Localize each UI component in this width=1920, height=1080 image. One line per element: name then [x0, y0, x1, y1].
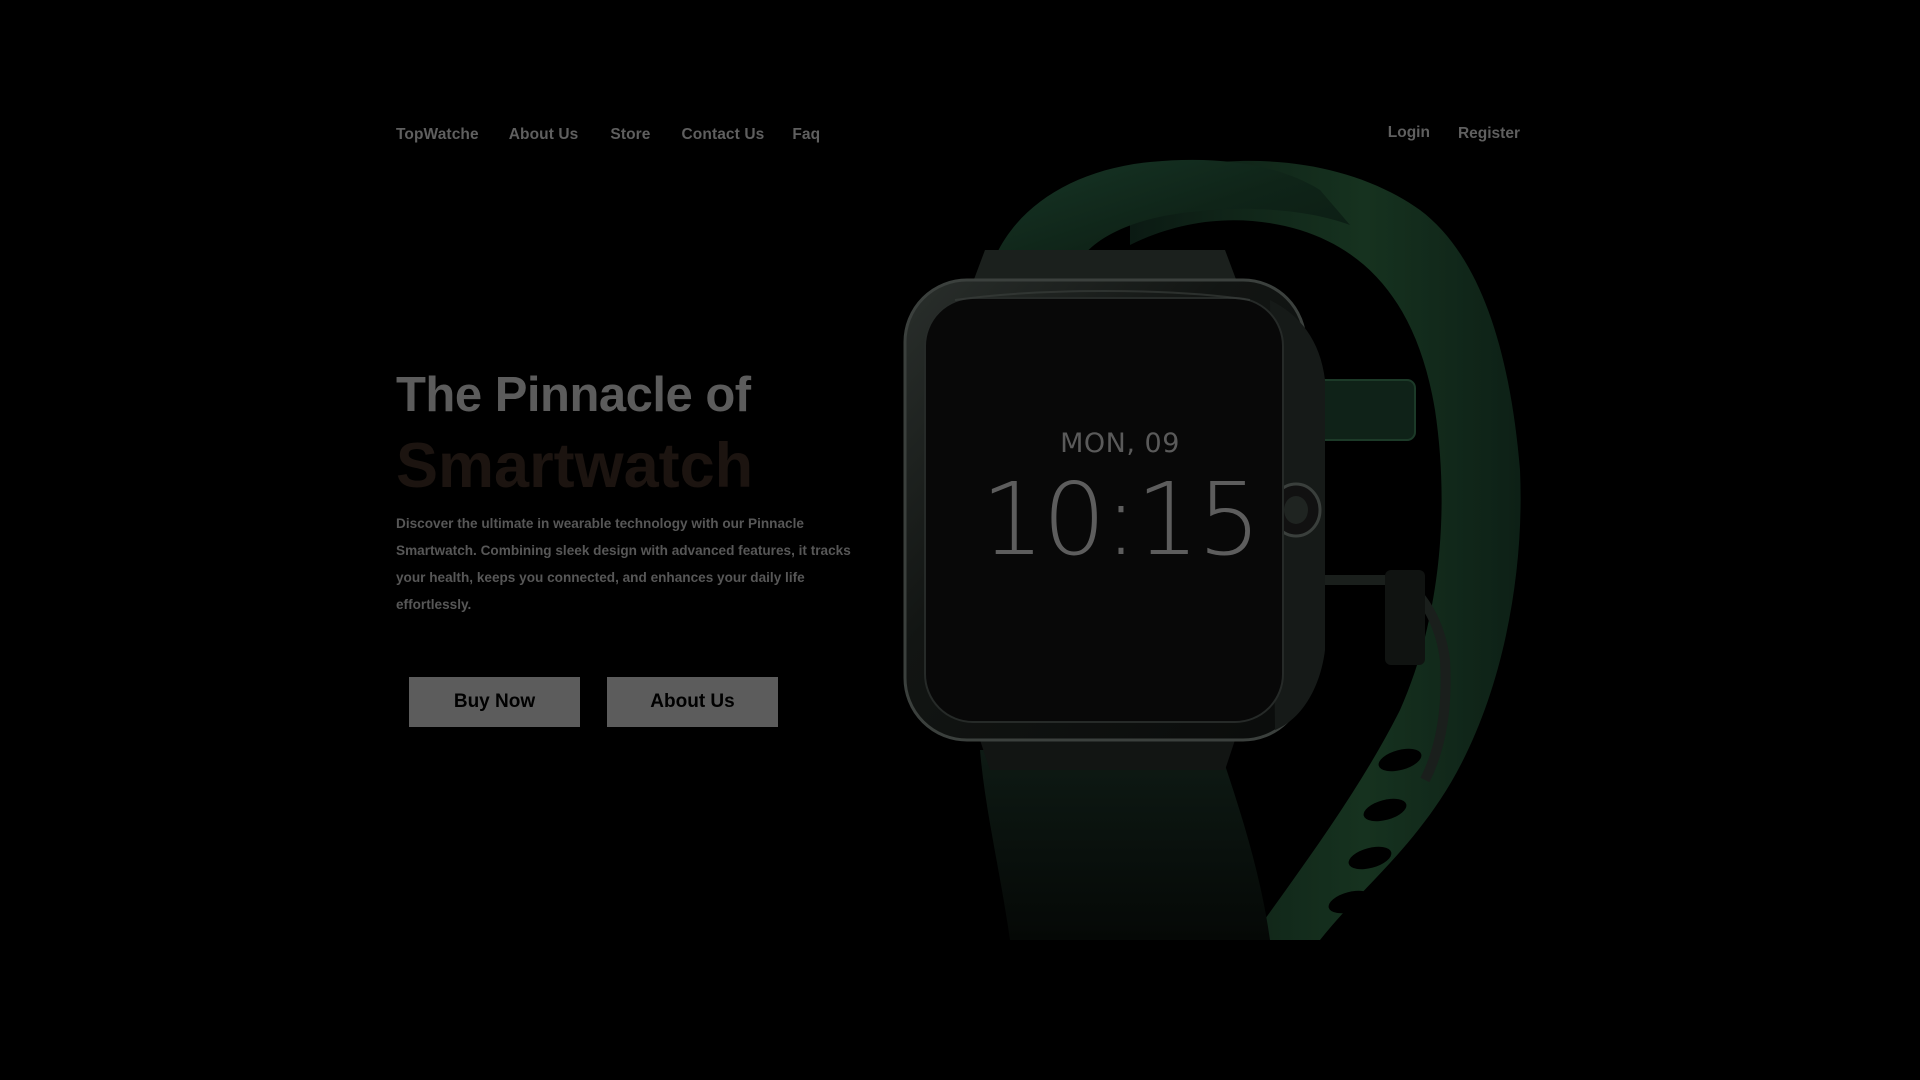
landing-page: TopWatche About Us Store Contact Us Faq … — [0, 0, 1920, 1080]
nav-link-contact-us[interactable]: Contact Us — [682, 124, 765, 146]
buckle-prong — [1385, 570, 1425, 665]
brand-logo-link[interactable]: TopWatche — [396, 124, 479, 146]
smartwatch-image: MON, 09 10:15 — [880, 150, 1560, 950]
login-link[interactable]: Login — [1388, 122, 1430, 144]
hero-description: Discover the ultimate in wearable techno… — [396, 516, 851, 612]
register-link[interactable]: Register — [1458, 123, 1520, 145]
about-us-button[interactable]: About Us — [607, 677, 778, 727]
watch-time-display: 10:15 — [980, 461, 1261, 578]
buy-now-button[interactable]: Buy Now — [409, 677, 580, 727]
main-nav: TopWatche About Us Store Contact Us Faq — [396, 124, 820, 146]
nav-link-store[interactable]: Store — [610, 124, 650, 146]
hero-title-highlight: Smartwatch — [396, 431, 754, 501]
nav-link-about-us[interactable]: About Us — [509, 124, 579, 146]
nav-link-faq[interactable]: Faq — [792, 124, 820, 146]
hero-title: The Pinnacle of — [396, 368, 751, 422]
strap-bottom — [980, 750, 1270, 940]
crown-center — [1284, 496, 1308, 524]
auth-links: Login Register — [1388, 123, 1520, 145]
